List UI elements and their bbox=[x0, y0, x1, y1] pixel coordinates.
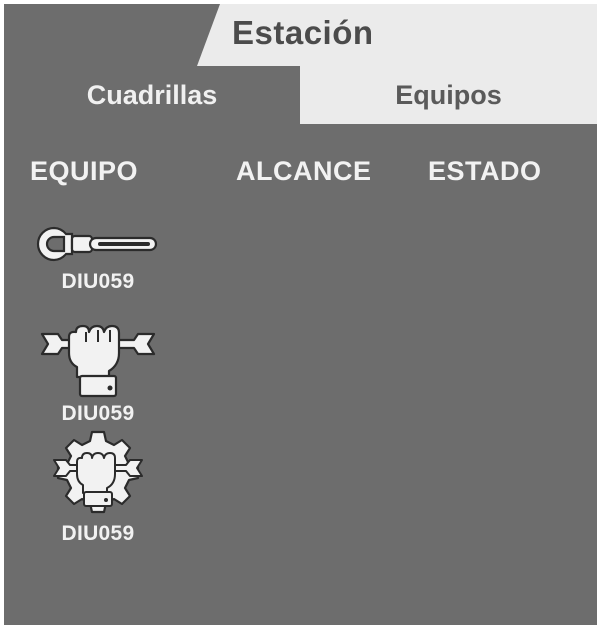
station-screen: Estación Cuadrillas Equipos EQUIPO ALCAN… bbox=[0, 0, 597, 629]
tab-equipos[interactable]: Equipos bbox=[300, 66, 597, 124]
wrench-icon bbox=[36, 226, 158, 262]
hand-wrench-icon bbox=[40, 324, 156, 398]
equipment-id: DIU059 bbox=[61, 402, 135, 425]
equipment-id: DIU059 bbox=[61, 270, 135, 293]
gear-hand-wrench-icon bbox=[53, 430, 143, 514]
list-item[interactable]: DIU059 bbox=[36, 324, 160, 426]
list-item[interactable]: DIU059 bbox=[36, 430, 160, 546]
equipment-id: DIU059 bbox=[61, 522, 135, 545]
column-header-alcance: ALCANCE bbox=[236, 156, 372, 186]
column-header-estado: ESTADO bbox=[428, 156, 542, 186]
page-title: Estación bbox=[232, 14, 374, 51]
column-header-equipo: EQUIPO bbox=[30, 156, 139, 186]
list-item[interactable]: DIU059 bbox=[36, 222, 160, 294]
tab-cuadrillas[interactable]: Cuadrillas bbox=[4, 66, 300, 124]
